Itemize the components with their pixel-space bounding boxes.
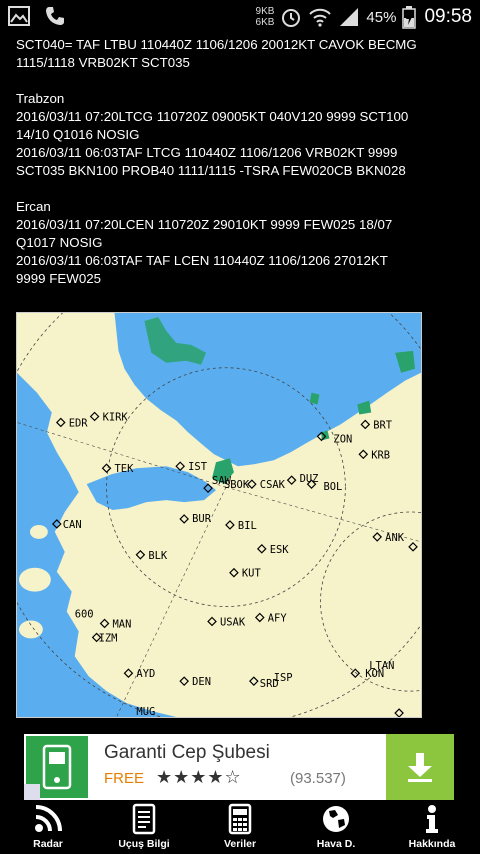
city-label: CAN	[63, 519, 82, 531]
city-label: ESK	[270, 544, 290, 556]
station-name: Trabzon	[16, 91, 65, 106]
ad-price: FREE	[104, 770, 145, 787]
city-label: KUT	[242, 568, 262, 580]
city-label: KIRK	[103, 411, 129, 423]
download-icon	[408, 753, 432, 782]
report-continuation: SCT040= TAF LTBU 110440Z 1106/1206 20012…	[16, 37, 417, 70]
nav-label: Hakkında	[408, 838, 456, 850]
battery-percent: 45%	[366, 8, 397, 26]
nav-label: Radar	[33, 838, 63, 850]
taf-report: 2016/03/11 06:03TAF LTCG 110440Z 1106/12…	[16, 145, 406, 178]
calculator-icon	[228, 803, 252, 835]
city-label: AFY	[268, 612, 288, 624]
weather-report-list: SCT040= TAF LTBU 110440Z 1106/1206 20012…	[16, 36, 476, 288]
ad-download-button[interactable]	[386, 734, 454, 800]
city-label: BIL	[238, 520, 257, 532]
nav-weather[interactable]: Hava D.	[288, 800, 384, 854]
signal-icon	[340, 8, 359, 26]
bottom-navigation: Radar Uçuş Bilgi Veriler Hava D. Hakkınd…	[0, 800, 480, 854]
island	[29, 524, 48, 539]
ad-rating-stars: ★★★★☆	[156, 767, 242, 787]
city-label: MAN	[113, 618, 132, 630]
radar-map-svg: EDR KIRK TEK IST SAW SBOK CSAK DUZ BOL Z…	[17, 313, 421, 717]
ad-title[interactable]: Garanti Cep Şubesi	[104, 742, 270, 764]
gallery-icon	[8, 6, 30, 26]
city-label: SBOK	[224, 479, 250, 491]
globe-icon	[323, 806, 349, 832]
alarm-icon	[282, 9, 301, 27]
document-icon	[132, 803, 156, 835]
city-label: KRB	[371, 449, 390, 461]
radar-icon	[35, 805, 62, 832]
city-label: BRT	[373, 419, 393, 431]
city-label: ANK	[385, 532, 405, 544]
info-icon	[426, 805, 438, 833]
network-speed: 9KB 6KB	[255, 6, 275, 28]
city-label: ISP	[274, 672, 293, 684]
ad-banner[interactable]: Garanti Cep Şubesi FREE ★★★★☆ (93.537)	[24, 734, 454, 800]
station-trabzon: Trabzon 2016/03/11 07:20LTCG 110720Z 090…	[16, 90, 476, 180]
city-label: TEK	[115, 463, 135, 475]
nav-label: Uçuş Bilgi	[118, 838, 170, 850]
city-label: 600	[75, 608, 94, 620]
city-label: AYD	[136, 668, 155, 680]
phone-icon	[46, 7, 64, 25]
nav-label: Hava D.	[316, 838, 356, 850]
metar-report: 2016/03/11 07:20LTCG 110720Z 09005KT 040…	[16, 109, 409, 142]
city-label: CSAK	[260, 479, 286, 491]
nav-radar[interactable]: Radar	[0, 800, 96, 854]
city-label: IST	[188, 461, 208, 473]
wifi-icon	[309, 8, 332, 27]
nav-label: Veriler	[223, 838, 257, 850]
city-label: KON	[365, 668, 384, 680]
island	[18, 620, 43, 639]
city-label: BLK	[148, 550, 168, 562]
nav-data[interactable]: Veriler	[192, 800, 288, 854]
clock: 09:58	[424, 6, 472, 27]
city-label: IZM	[99, 632, 118, 644]
nav-about[interactable]: Hakkında	[384, 800, 480, 854]
island	[18, 567, 51, 592]
station-name: Ercan	[16, 199, 51, 214]
status-bar: 9KB 6KB 45% 09:58	[0, 0, 480, 34]
city-label: DEN	[192, 676, 211, 688]
city-label: ZON	[333, 433, 352, 445]
city-label: MUG	[136, 706, 155, 717]
taf-report: 2016/03/11 06:03TAF TAF LCEN 110440Z 110…	[16, 253, 388, 286]
station-ercan: Ercan 2016/03/11 07:20LCEN 110720Z 29010…	[16, 198, 476, 288]
city-label: DUZ	[300, 473, 319, 485]
city-label: BOL	[323, 481, 342, 493]
ad-choices-icon[interactable]	[24, 784, 40, 800]
ad-review-count: (93.537)	[290, 770, 346, 787]
radar-map[interactable]: EDR KIRK TEK IST SAW SBOK CSAK DUZ BOL Z…	[16, 312, 422, 718]
metar-report: 2016/03/11 07:20LCEN 110720Z 29010KT 999…	[16, 217, 393, 250]
city-label: USAK	[220, 616, 246, 628]
city-label: BUR	[192, 513, 212, 525]
nav-flight-info[interactable]: Uçuş Bilgi	[96, 800, 192, 854]
city-label: EDR	[69, 417, 89, 429]
battery-icon	[402, 6, 417, 29]
